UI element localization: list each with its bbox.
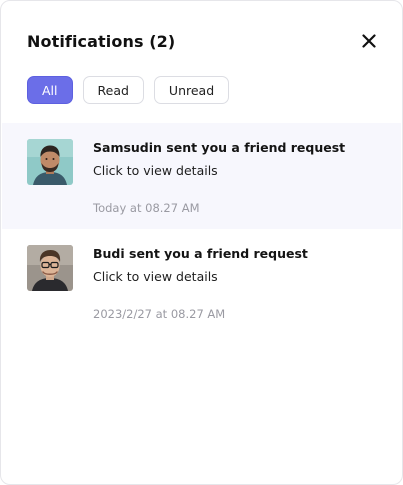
- filter-unread-button[interactable]: Unread: [153, 76, 230, 104]
- notification-timestamp: Today at 08.27 AM: [93, 201, 200, 215]
- close-button[interactable]: [358, 30, 380, 52]
- close-icon: [362, 34, 376, 48]
- avatar: [27, 139, 73, 185]
- notification-timestamp: 2023/2/27 at 08.27 AM: [93, 307, 226, 321]
- view-details-link[interactable]: Click to view details: [93, 163, 218, 178]
- filter-all-button[interactable]: All: [27, 76, 73, 104]
- notification-title: Budi sent you a friend request: [93, 246, 308, 261]
- filter-tabs: All Read Unread: [27, 76, 230, 104]
- avatar: [27, 245, 73, 291]
- notification-title: Samsudin sent you a friend request: [93, 140, 346, 155]
- notification-item[interactable]: Budi sent you a friend request Click to …: [2, 229, 401, 335]
- filter-read-button[interactable]: Read: [82, 76, 144, 104]
- notifications-panel: Notifications (2) All Read Unread Samsud…: [0, 0, 403, 485]
- page-title: Notifications (2): [27, 31, 176, 51]
- notification-item[interactable]: Samsudin sent you a friend request Click…: [2, 123, 401, 229]
- panel-header: Notifications (2): [27, 28, 376, 54]
- view-details-link[interactable]: Click to view details: [93, 269, 218, 284]
